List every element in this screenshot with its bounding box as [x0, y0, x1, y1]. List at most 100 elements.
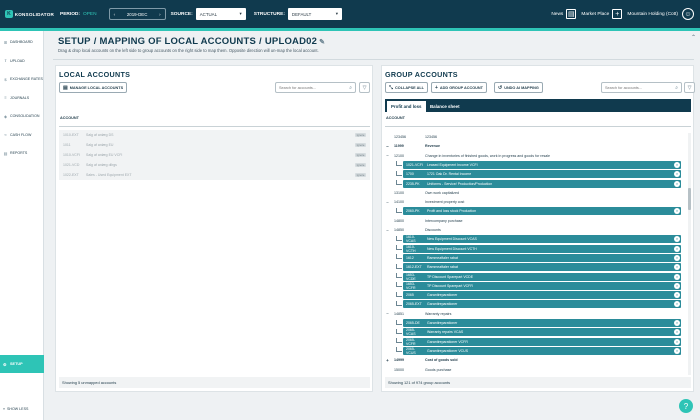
sidebar-item-journals[interactable]: ≡ JOURNALS: [0, 89, 43, 108]
structure-select[interactable]: DEFAULT ▾: [287, 8, 342, 20]
sidebar-item-consolidation[interactable]: ◈ CONSOLIDATION: [0, 107, 43, 126]
group-account-row[interactable]: 123456 123456: [385, 133, 686, 141]
group-search-field[interactable]: [605, 85, 664, 90]
scrollbar-thumb[interactable]: [688, 188, 691, 210]
mapped-local-account-chip[interactable]: 1612-EXT Rammeaftaler rabat ×: [403, 263, 681, 272]
ignore-badge[interactable]: Ignore: [355, 152, 366, 157]
collapse-toggle-icon[interactable]: −: [385, 311, 390, 316]
unmap-close-icon[interactable]: ×: [674, 264, 680, 271]
page-title: UPLOAD02: [264, 36, 318, 47]
local-account-row[interactable]: 1021-VCD Salg af anlæg dilrgs Ignore: [59, 160, 370, 170]
group-account-row[interactable]: 15000 Goods purchase: [385, 366, 686, 374]
unmap-close-icon[interactable]: ×: [674, 320, 680, 326]
mapped-local-account-chip[interactable]: 1700 1721 Oak Dr. Rental Income ×: [403, 170, 681, 179]
sidebar-item-setup[interactable]: ⚙ SETUP: [0, 355, 44, 373]
undo-ai-mapping-button[interactable]: ↺ UNDO AI MAPPING: [494, 82, 543, 93]
company-name[interactable]: Mountain Holding (Cott): [627, 12, 678, 17]
mapped-local-account-chip[interactable]: 2065-VCAS Warranty repairs VCAS ×: [403, 328, 681, 337]
add-group-account-button[interactable]: + ADD GROUP ACCOUNT: [431, 82, 487, 93]
unmap-close-icon[interactable]: ×: [674, 273, 680, 280]
unmap-close-icon[interactable]: ×: [674, 171, 680, 178]
sidebar-item-cash-flow[interactable]: ≈ CASH FLOW: [0, 126, 43, 145]
source-select[interactable]: ACTUAL ▾: [195, 8, 246, 20]
next-period-icon[interactable]: ›: [159, 12, 160, 17]
marketplace-label[interactable]: Market Place: [581, 12, 609, 17]
ignore-badge[interactable]: Ignore: [355, 132, 366, 137]
sidebar-item-reports[interactable]: ▤ REPORTS: [0, 144, 43, 163]
group-filter-icon[interactable]: ▽: [684, 82, 695, 93]
mapped-local-account-chip[interactable]: 1612 Rammeaftaler rabat ×: [403, 253, 681, 262]
mapped-local-account-chip[interactable]: 1610-VCTH New Equipment Discount VCTH ×: [403, 244, 681, 253]
manage-local-accounts-button[interactable]: ▤ MANAGE LOCAL ACCOUNTS: [59, 82, 128, 93]
show-less-toggle[interactable]: «SHOW LESS: [0, 404, 28, 414]
group-search-input[interactable]: ⌕: [601, 82, 682, 93]
collapse-toggle-icon[interactable]: −: [385, 144, 390, 149]
mapped-local-account-chip[interactable]: 2065-DE Garantireparationer ×: [403, 319, 681, 327]
mapped-local-account-chip[interactable]: 2235-PK Uniforms - Service/ Production/Pr…: [403, 179, 681, 188]
ignore-badge[interactable]: Ignore: [355, 142, 366, 147]
news-label[interactable]: News: [551, 12, 563, 17]
prev-period-icon[interactable]: ‹: [114, 12, 115, 17]
unmap-close-icon[interactable]: ×: [674, 301, 680, 308]
collapse-toggle-icon[interactable]: −: [385, 153, 390, 158]
tab-balance-sheet[interactable]: Balance sheet: [426, 100, 464, 112]
ignore-badge[interactable]: Ignore: [355, 162, 366, 167]
tab-profit-and-loss[interactable]: Profit and loss: [386, 100, 427, 112]
collapse-toggle-icon[interactable]: −: [385, 200, 390, 205]
help-icon[interactable]: ?: [679, 399, 693, 413]
mapped-local-account-chip[interactable]: 2065-EXT Garantireparationer ×: [403, 300, 681, 309]
mapped-local-account-chip[interactable]: 2060-PK Profit and loss stock Production ×: [403, 207, 681, 216]
tree-scrollbar[interactable]: [688, 133, 691, 375]
sidebar-item-dashboard[interactable]: ⊞ DASHBOARD: [0, 33, 43, 52]
mapped-local-account-chip[interactable]: 2065-VCFR Garantireparationer VCFR ×: [403, 337, 681, 346]
mapped-local-account-chip[interactable]: 1021-VCFI Leased Equipment Income VCFI ×: [403, 160, 681, 169]
unmap-close-icon[interactable]: ×: [674, 245, 680, 252]
marketplace-plus-icon[interactable]: +: [612, 9, 623, 19]
group-account-row[interactable]: 13100 Own work capitalized: [385, 189, 686, 197]
group-account-row[interactable]: −11999 Revenue: [385, 142, 686, 150]
period-selector[interactable]: ‹ 2019-DEC ›: [108, 8, 166, 20]
unmap-close-icon[interactable]: ×: [674, 208, 680, 215]
local-account-row[interactable]: 1010-EXT Salg af anlæg DS Ignore: [59, 130, 370, 140]
unmap-close-icon[interactable]: ×: [674, 338, 680, 345]
unmap-close-icon[interactable]: ×: [674, 282, 680, 289]
local-filter-icon[interactable]: ▽: [359, 82, 370, 93]
news-icon[interactable]: ▤: [566, 9, 577, 19]
group-account-row[interactable]: −14100 Investment property cost: [385, 198, 686, 206]
app-logo[interactable]: K KONSOLIDATOR: [5, 10, 54, 18]
local-account-row[interactable]: 1010-VCFI Salg af anlæg EU VCFI Ignore: [59, 150, 370, 160]
group-account-row[interactable]: 14800 Intercompany purchase: [385, 217, 686, 225]
group-account-row[interactable]: +14999 Cost of goods sold: [385, 356, 686, 364]
breadcrumb-setup[interactable]: SETUP: [58, 36, 91, 47]
unmap-close-icon[interactable]: ×: [674, 254, 680, 261]
unmap-close-icon[interactable]: ×: [674, 180, 680, 187]
breadcrumb-mapping[interactable]: MAPPING OF LOCAL ACCOUNTS: [100, 36, 256, 47]
mapped-local-account-chip[interactable]: 2065-VCUS Garantireparationer VCUS ×: [403, 346, 681, 355]
collapse-toggle-icon[interactable]: −: [385, 228, 390, 233]
sidebar-item-upload[interactable]: ⇪ UPLOAD: [0, 52, 43, 71]
ignore-badge[interactable]: Ignore: [355, 172, 366, 177]
mapped-local-account-chip[interactable]: 1610-VCAS New Equipment Discount VCAS ×: [403, 235, 681, 244]
unmap-close-icon[interactable]: ×: [674, 161, 680, 168]
sidebar-item-exchange-rates[interactable]: $ EXCHANGE RATES: [0, 70, 43, 89]
collapse-all-button[interactable]: ⤡ COLLAPSE ALL: [385, 82, 428, 93]
local-account-row[interactable]: 1022-EXT Sales - Used Equipment EXT Ignore: [59, 170, 370, 180]
mapped-local-account-chip[interactable]: 1653-VCFR TP Discount Sparepart VCFR ×: [403, 281, 681, 290]
edit-pencil-icon[interactable]: ✎: [319, 39, 325, 46]
group-account-row[interactable]: −12100 Change in inventories of finished …: [385, 152, 686, 160]
expand-toggle-icon[interactable]: +: [385, 358, 390, 363]
local-search-field[interactable]: [279, 85, 338, 90]
group-account-row[interactable]: −14851 Warranty repairs: [385, 310, 686, 318]
unmap-close-icon[interactable]: ×: [674, 236, 680, 243]
unmap-close-icon[interactable]: ×: [674, 292, 680, 299]
mapped-local-account-chip[interactable]: 2065 Garantireparationer ×: [403, 291, 681, 300]
local-search-input[interactable]: ⌕: [275, 82, 356, 93]
user-avatar-icon[interactable]: ☺: [682, 8, 694, 20]
unmap-close-icon[interactable]: ×: [674, 329, 680, 336]
local-account-row[interactable]: 1011 Salg af anlæg EU Ignore: [59, 140, 370, 150]
local-accounts-panel: LOCAL ACCOUNTS ▤MANAGE LOCAL ACCOUNTS ⌕ …: [55, 65, 373, 392]
group-account-row[interactable]: −14850 Discounts: [385, 226, 686, 234]
unmap-close-icon[interactable]: ×: [674, 347, 680, 354]
chevron-up-icon[interactable]: ⌃: [691, 34, 696, 41]
mapped-local-account-chip[interactable]: 1653-VCDE TP Discount Sparepart VCDE ×: [403, 272, 681, 281]
